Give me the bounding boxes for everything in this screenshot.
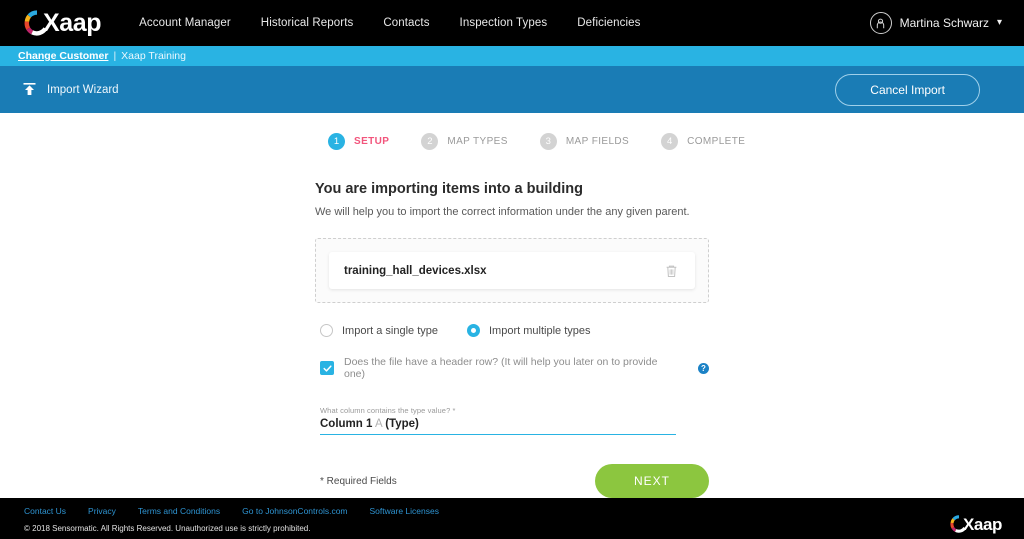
step-3-label: MAP FIELDS xyxy=(565,136,630,147)
uploaded-file-name: training_hall_devices.xlsx xyxy=(344,264,487,277)
header-row-label: Does the file have a header row? (It wil… xyxy=(344,356,658,380)
page-title: You are importing items into a building xyxy=(315,181,583,197)
type-column-value-letter: A xyxy=(374,418,382,430)
user-name-label: Martina Schwarz xyxy=(899,16,989,30)
required-fields-note: * Required Fields xyxy=(320,475,397,487)
footer-link-privacy[interactable]: Privacy xyxy=(88,506,116,516)
radio-multiple-types-control[interactable] xyxy=(467,324,480,337)
footer-brand-logo: Xaap xyxy=(950,515,1002,533)
radio-single-type-control[interactable] xyxy=(320,324,333,337)
footer-brand-wordmark: Xaap xyxy=(962,514,1002,534)
top-navigation-bar: Xaap Account Manager Historical Reports … xyxy=(0,0,1024,46)
footer-copyright: © 2018 Sensormatic. All Rights Reserved.… xyxy=(24,524,311,533)
import-wizard-bar: Import Wizard Cancel Import xyxy=(0,66,1024,113)
type-column-field-label: What column contains the type value? * xyxy=(320,406,456,415)
step-3-map-fields[interactable]: 3 MAP FIELDS xyxy=(539,133,630,150)
page-subtitle: We will help you to import the correct i… xyxy=(315,206,690,218)
step-3-number: 3 xyxy=(539,133,557,150)
check-icon xyxy=(322,364,332,372)
type-column-input[interactable]: Column 1 A (Type) xyxy=(320,418,676,435)
nav-item-inspection-types[interactable]: Inspection Types xyxy=(460,17,548,29)
user-menu[interactable]: Martina Schwarz ▾ xyxy=(869,12,1002,34)
footer-link-software-licenses[interactable]: Software Licenses xyxy=(370,506,439,516)
footer-link-johnsoncontrols[interactable]: Go to JohnsonControls.com xyxy=(242,506,347,516)
import-upload-icon xyxy=(23,83,36,95)
step-1-setup[interactable]: 1 SETUP xyxy=(328,133,389,150)
change-customer-link[interactable]: Change Customer xyxy=(18,50,108,62)
radio-multiple-types-label: Import multiple types xyxy=(489,324,591,337)
app-window: Xaap Account Manager Historical Reports … xyxy=(0,0,1024,539)
step-4-complete[interactable]: 4 COMPLETE xyxy=(661,133,745,150)
wizard-panel: 1 SETUP 2 MAP TYPES 3 MAP FIELDS 4 COMPL… xyxy=(315,113,745,498)
radio-option-multiple-types[interactable]: Import multiple types xyxy=(467,324,590,337)
nav-item-deficiencies[interactable]: Deficiencies xyxy=(577,17,640,29)
step-2-map-types[interactable]: 2 MAP TYPES xyxy=(421,133,507,150)
wizard-stepper: 1 SETUP 2 MAP TYPES 3 MAP FIELDS 4 COMPL… xyxy=(315,133,745,150)
trash-icon xyxy=(666,265,677,277)
step-2-label: MAP TYPES xyxy=(447,136,508,147)
type-column-field: What column contains the type value? * C… xyxy=(320,406,676,435)
current-customer-label: Xaap Training xyxy=(121,50,186,62)
wizard-title: Import Wizard xyxy=(47,83,119,96)
main-nav-items: Account Manager Historical Reports Conta… xyxy=(139,17,640,29)
radio-option-single-type[interactable]: Import a single type xyxy=(320,324,438,337)
customer-separator: | xyxy=(113,50,117,62)
brand-wordmark: Xaap xyxy=(43,8,102,37)
header-row-option: Does the file have a header row? (It wil… xyxy=(315,356,709,380)
step-2-number: 2 xyxy=(421,133,439,150)
cancel-import-button[interactable]: Cancel Import xyxy=(835,73,980,106)
footer-link-terms[interactable]: Terms and Conditions xyxy=(138,506,220,516)
step-1-label: SETUP xyxy=(354,136,390,147)
main-content: 1 SETUP 2 MAP TYPES 3 MAP FIELDS 4 COMPL… xyxy=(0,113,1024,498)
import-type-radio-group: Import a single type Import multiple typ… xyxy=(315,324,709,337)
next-button[interactable]: NEXT xyxy=(594,464,709,498)
type-column-value-tail: (Type) xyxy=(385,418,419,430)
footer-link-contact-us[interactable]: Contact Us xyxy=(24,506,66,516)
radio-single-type-label: Import a single type xyxy=(342,324,438,337)
step-1-number: 1 xyxy=(328,133,345,150)
header-row-checkbox[interactable] xyxy=(320,361,334,375)
help-icon[interactable]: ? xyxy=(698,362,709,374)
wizard-title-group: Import Wizard xyxy=(22,82,119,97)
nav-item-account-manager[interactable]: Account Manager xyxy=(139,17,231,29)
nav-item-historical-reports[interactable]: Historical Reports xyxy=(261,17,354,29)
page-footer: Contact Us Privacy Terms and Conditions … xyxy=(0,498,1024,539)
user-avatar-icon xyxy=(869,12,892,34)
delete-file-button[interactable] xyxy=(663,262,680,280)
uploaded-file-card: training_hall_devices.xlsx xyxy=(329,252,695,289)
customer-context-bar: Change Customer | Xaap Training xyxy=(0,46,1024,66)
brand-logo[interactable]: Xaap xyxy=(24,8,102,37)
form-actions: * Required Fields NEXT xyxy=(315,464,709,498)
step-4-label: COMPLETE xyxy=(687,136,746,147)
file-dropzone[interactable]: training_hall_devices.xlsx xyxy=(315,238,709,303)
nav-item-contacts[interactable]: Contacts xyxy=(383,17,429,29)
type-column-value-main: Column 1 xyxy=(320,418,373,430)
chevron-down-icon[interactable]: ▾ xyxy=(997,18,1002,28)
step-4-number: 4 xyxy=(661,133,679,150)
footer-links: Contact Us Privacy Terms and Conditions … xyxy=(24,506,1024,516)
